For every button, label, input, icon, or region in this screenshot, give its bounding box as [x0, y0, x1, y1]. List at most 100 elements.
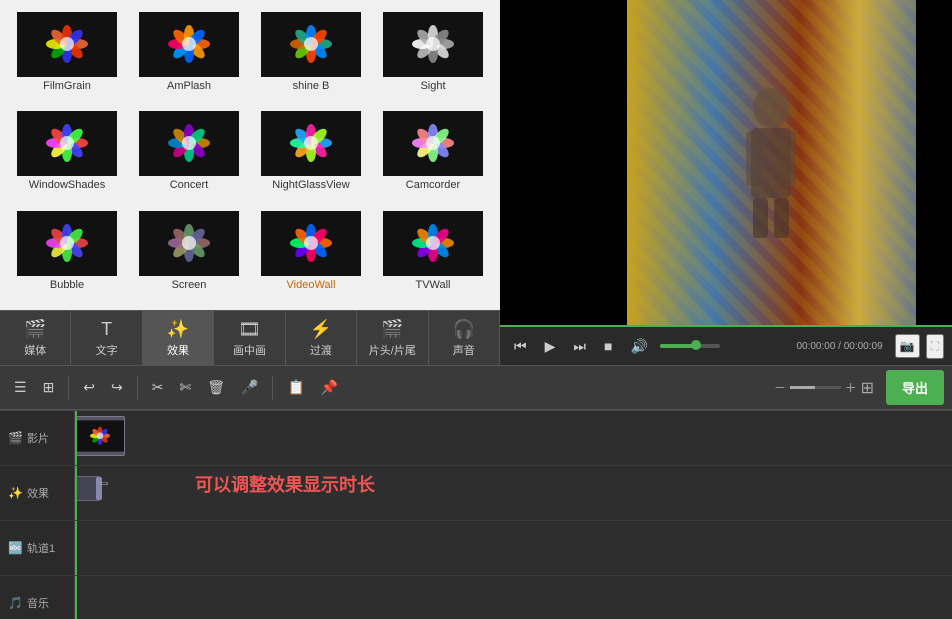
effect-item-amplash[interactable]: AmPlash — [130, 8, 248, 103]
video-clip[interactable] — [75, 416, 125, 456]
tab-label-画中画: 画中画 — [233, 342, 266, 358]
effects-grid: FilmGrain AmPlash shine B Sight WindowSh… — [0, 0, 500, 310]
zoom-track[interactable] — [790, 386, 841, 389]
track-row-音乐: 🎵 音乐 — [0, 576, 952, 619]
delete-btn[interactable]: 🗑 — [201, 375, 231, 400]
preview-controls: ⏮ ▶ ⏭ ■ 🔊 00:00:00 / 00:00:09 📷 ⛶ — [500, 325, 952, 365]
effect-thumb — [17, 111, 117, 176]
play-btn[interactable]: ▶ — [539, 335, 562, 358]
tab-icon-声音: 🎧 — [453, 319, 475, 340]
tab-文字[interactable]: T 文字 — [71, 311, 142, 365]
effect-label: TVWall — [415, 279, 450, 291]
effect-label: WindowShades — [29, 179, 105, 191]
audio-btn[interactable]: 🎤 — [235, 375, 264, 400]
tab-label-文字: 文字 — [96, 342, 118, 358]
person-silhouette — [731, 83, 811, 243]
zoom-plus[interactable]: ＋ — [845, 379, 857, 396]
preview-left-black — [500, 0, 627, 325]
track-icon-音乐: 🎵 — [8, 596, 23, 610]
attach-btn[interactable]: 📌 — [315, 375, 344, 400]
effect-label: Concert — [170, 179, 209, 191]
tab-icon-片头/片尾: 🎬 — [381, 319, 403, 340]
effect-item-videowall[interactable]: VideoWall — [252, 207, 370, 302]
tab-label-媒体: 媒体 — [24, 342, 46, 358]
playhead — [75, 411, 77, 465]
undo-btn[interactable]: ↩ — [77, 375, 101, 400]
playhead — [75, 521, 77, 575]
view-grid-btn[interactable]: ⊞ — [37, 375, 61, 400]
tab-label-过渡: 过渡 — [310, 342, 332, 358]
effect-thumb — [383, 12, 483, 77]
resize-cursor: ⇔ — [97, 474, 111, 490]
timeline-tracks: 🎬影片 ✨效果⇔可以调整效果显示时长 🔤 轨道1 🎵 音乐 — [0, 411, 952, 619]
effect-item-nightglassview[interactable]: NightGlassView — [252, 107, 370, 202]
track-row-效果: ✨效果⇔可以调整效果显示时长 — [0, 466, 952, 521]
play-back-btn[interactable]: ⏮ — [508, 335, 533, 358]
tab-媒体[interactable]: 🎬 媒体 — [0, 311, 71, 365]
add-track-btn[interactable]: ⊞ — [861, 378, 874, 398]
main-container: FilmGrain AmPlash shine B Sight WindowSh… — [0, 0, 952, 619]
effects-panel: FilmGrain AmPlash shine B Sight WindowSh… — [0, 0, 500, 365]
effect-item-windowshades[interactable]: WindowShades — [8, 107, 126, 202]
volume-btn[interactable]: 🔊 — [624, 335, 653, 358]
effect-item-sight[interactable]: Sight — [374, 8, 492, 103]
tab-片头/片尾[interactable]: 🎬 片头/片尾 — [357, 311, 428, 365]
effect-thumb — [261, 111, 361, 176]
effect-item-bubble[interactable]: Bubble — [8, 207, 126, 302]
tab-icon-媒体: 🎬 — [24, 319, 46, 340]
trim-btn[interactable]: ✂ — [146, 375, 170, 400]
track-label-效果: ✨效果 — [0, 466, 75, 520]
playhead — [75, 576, 77, 619]
view-list-btn[interactable]: ☰ — [8, 375, 33, 400]
effect-thumb — [383, 111, 483, 176]
stop-btn[interactable]: ■ — [598, 335, 618, 357]
tab-过渡[interactable]: ⚡ 过渡 — [286, 311, 357, 365]
preview-right-black — [916, 0, 952, 325]
tab-icon-文字: T — [101, 319, 112, 340]
track-content-影片[interactable] — [75, 411, 952, 465]
effect-thumb — [17, 211, 117, 276]
tab-label-效果: 效果 — [167, 342, 189, 358]
track-row-影片: 🎬影片 — [0, 411, 952, 466]
zoom-slider[interactable]: － ＋ ⊞ — [774, 378, 874, 398]
tab-效果[interactable]: ✨效果 — [143, 311, 214, 365]
track-content-效果[interactable]: ⇔可以调整效果显示时长 — [75, 466, 952, 520]
fullscreen-btn[interactable]: ⛶ — [926, 334, 944, 359]
effect-item-filmgrain[interactable]: FilmGrain — [8, 8, 126, 103]
tab-声音[interactable]: 🎧声音 — [429, 311, 500, 365]
redo-btn[interactable]: ↪ — [105, 375, 129, 400]
track-label-text-音乐: 音乐 — [27, 595, 49, 611]
track-content-音乐[interactable] — [75, 576, 952, 619]
effect-thumb — [139, 111, 239, 176]
effect-item-shine b[interactable]: shine B — [252, 8, 370, 103]
effect-label: Screen — [172, 279, 207, 291]
volume-thumb — [691, 340, 701, 350]
tab-label-片头/片尾: 片头/片尾 — [369, 342, 416, 358]
effect-label: NightGlassView — [272, 179, 349, 191]
track-content-轨道1[interactable] — [75, 521, 952, 575]
screenshot-btn[interactable]: 📷 — [895, 334, 920, 358]
effect-thumb — [261, 211, 361, 276]
effect-label: Sight — [420, 80, 445, 92]
tab-icon-过渡: ⚡ — [310, 319, 332, 340]
timeline-section: 00:00:00:0000:00:30:0000:01:00:0000:01:3… — [0, 410, 952, 619]
playhead — [75, 466, 77, 520]
volume-bar[interactable] — [660, 344, 720, 348]
preview-content — [500, 0, 952, 325]
track-label-text-轨道1: 轨道1 — [27, 540, 55, 556]
detach-btn[interactable]: 📋 — [281, 375, 310, 400]
tab-画中画[interactable]: 🎞画中画 — [214, 311, 285, 365]
play-forward-btn[interactable]: ⏭ — [567, 335, 592, 358]
track-icon-轨道1: 🔤 — [8, 541, 23, 555]
preview-video — [500, 0, 952, 325]
effect-item-camcorder[interactable]: Camcorder — [374, 107, 492, 202]
effect-item-tvwall[interactable]: TVWall — [374, 207, 492, 302]
effect-item-screen[interactable]: Screen — [130, 207, 248, 302]
export-btn[interactable]: 导出 — [886, 370, 944, 405]
effect-item-concert[interactable]: Concert — [130, 107, 248, 202]
effect-thumb — [383, 211, 483, 276]
cut-btn[interactable]: ✄ — [174, 375, 198, 400]
zoom-minus[interactable]: － — [774, 379, 786, 396]
zoom-fill — [790, 386, 815, 389]
effect-thumb — [17, 12, 117, 77]
